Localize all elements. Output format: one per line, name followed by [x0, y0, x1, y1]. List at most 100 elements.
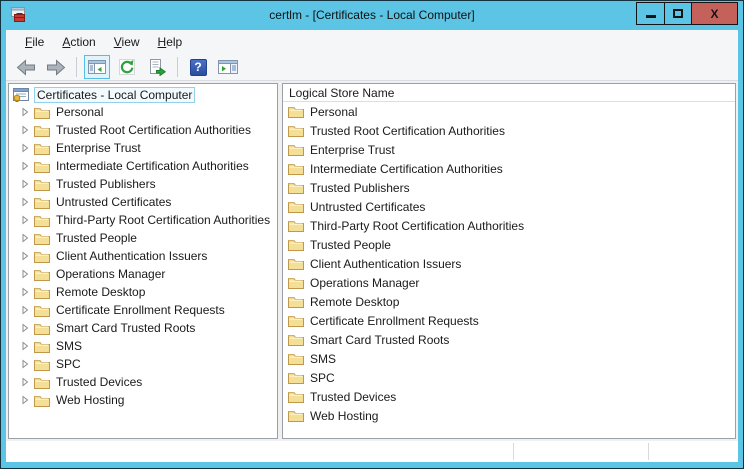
- expand-chevron-icon[interactable]: [20, 269, 30, 279]
- store-name-label: Trusted Publishers: [310, 181, 410, 195]
- tree-item[interactable]: Certificate Enrollment Requests: [9, 301, 277, 319]
- maximize-button[interactable]: [664, 3, 691, 24]
- expand-chevron-icon[interactable]: [20, 377, 30, 387]
- folder-icon: [288, 352, 304, 365]
- tree-item[interactable]: Untrusted Certificates: [9, 193, 277, 211]
- refresh-icon: [118, 58, 136, 76]
- store-list-row[interactable]: SPC: [283, 368, 735, 387]
- store-list-row[interactable]: Enterprise Trust: [283, 140, 735, 159]
- tree-item-label: Enterprise Trust: [56, 141, 141, 155]
- store-name-label: Web Hosting: [310, 409, 378, 423]
- caption-buttons: X: [636, 2, 738, 25]
- tree-item[interactable]: Intermediate Certification Authorities: [9, 157, 277, 175]
- tree-item[interactable]: Remote Desktop: [9, 283, 277, 301]
- tree-item[interactable]: Third-Party Root Certification Authoriti…: [9, 211, 277, 229]
- folder-icon: [34, 250, 50, 263]
- store-list-row[interactable]: Trusted Root Certification Authorities: [283, 121, 735, 140]
- tree-item-label: Third-Party Root Certification Authoriti…: [56, 213, 270, 227]
- tree-item-label: Trusted People: [56, 231, 137, 245]
- store-list-row[interactable]: Smart Card Trusted Roots: [283, 330, 735, 349]
- column-header-logical-store-name[interactable]: Logical Store Name: [283, 84, 735, 102]
- folder-icon: [288, 124, 304, 137]
- tree-item[interactable]: Personal: [9, 103, 277, 121]
- store-list-row[interactable]: Remote Desktop: [283, 292, 735, 311]
- expand-chevron-icon[interactable]: [20, 107, 30, 117]
- expand-chevron-icon[interactable]: [20, 359, 30, 369]
- help-button[interactable]: ?: [185, 55, 211, 79]
- show-action-pane-button[interactable]: [215, 55, 241, 79]
- expand-chevron-icon[interactable]: [20, 305, 30, 315]
- store-list-row[interactable]: Certificate Enrollment Requests: [283, 311, 735, 330]
- store-list-row[interactable]: Web Hosting: [283, 406, 735, 425]
- forward-button[interactable]: [43, 55, 69, 79]
- store-list-row[interactable]: Trusted Publishers: [283, 178, 735, 197]
- tree-root-certificates[interactable]: Certificates - Local Computer: [9, 86, 277, 103]
- expand-chevron-icon[interactable]: [20, 341, 30, 351]
- window-chrome: FileActionViewHelp: [6, 30, 738, 462]
- folder-icon: [288, 105, 304, 118]
- store-list-row[interactable]: Third-Party Root Certification Authoriti…: [283, 216, 735, 235]
- folder-icon: [34, 214, 50, 227]
- folder-icon: [34, 232, 50, 245]
- tree-item[interactable]: SMS: [9, 337, 277, 355]
- status-bar: [6, 441, 738, 462]
- folder-icon: [34, 286, 50, 299]
- tree-item-label: Personal: [56, 105, 103, 119]
- status-bar-separator: [513, 443, 514, 460]
- minimize-button[interactable]: [637, 3, 664, 24]
- store-name-label: Operations Manager: [310, 276, 419, 290]
- store-list-row[interactable]: Intermediate Certification Authorities: [283, 159, 735, 178]
- tree-item-label: Remote Desktop: [56, 285, 145, 299]
- expand-chevron-icon[interactable]: [20, 215, 30, 225]
- expand-chevron-icon[interactable]: [20, 161, 30, 171]
- tree-item[interactable]: Smart Card Trusted Roots: [9, 319, 277, 337]
- store-list-row[interactable]: Trusted People: [283, 235, 735, 254]
- tree-item[interactable]: Enterprise Trust: [9, 139, 277, 157]
- show-console-tree-button[interactable]: [84, 55, 110, 79]
- store-list-row[interactable]: SMS: [283, 349, 735, 368]
- folder-icon: [34, 340, 50, 353]
- store-list-row[interactable]: Personal: [283, 102, 735, 121]
- back-button[interactable]: [13, 55, 39, 79]
- store-name-label: Untrusted Certificates: [310, 200, 425, 214]
- menu-item-action[interactable]: Action: [53, 32, 104, 52]
- expand-chevron-icon[interactable]: [20, 323, 30, 333]
- tree-item-label: Trusted Root Certification Authorities: [56, 123, 251, 137]
- tree-item-label: SMS: [56, 339, 82, 353]
- folder-icon: [34, 142, 50, 155]
- expand-chevron-icon[interactable]: [20, 287, 30, 297]
- store-list-row[interactable]: Untrusted Certificates: [283, 197, 735, 216]
- expand-chevron-icon[interactable]: [20, 125, 30, 135]
- store-name-label: Remote Desktop: [310, 295, 399, 309]
- tree-item-label: Web Hosting: [56, 393, 124, 407]
- store-list-row[interactable]: Operations Manager: [283, 273, 735, 292]
- expand-chevron-icon[interactable]: [20, 143, 30, 153]
- menu-item-view[interactable]: View: [105, 32, 149, 52]
- tree-item[interactable]: Trusted Publishers: [9, 175, 277, 193]
- refresh-button[interactable]: [114, 55, 140, 79]
- folder-icon: [288, 238, 304, 251]
- close-button[interactable]: X: [691, 3, 737, 24]
- tree-item-label: Intermediate Certification Authorities: [56, 159, 249, 173]
- tree-item[interactable]: Web Hosting: [9, 391, 277, 409]
- tree-item[interactable]: Client Authentication Issuers: [9, 247, 277, 265]
- tree-item[interactable]: Operations Manager: [9, 265, 277, 283]
- expand-chevron-icon[interactable]: [20, 197, 30, 207]
- tree-item-label: Certificate Enrollment Requests: [56, 303, 225, 317]
- expand-chevron-icon[interactable]: [20, 233, 30, 243]
- expand-chevron-icon[interactable]: [20, 179, 30, 189]
- menu-item-help[interactable]: Help: [149, 32, 192, 52]
- tree-item[interactable]: Trusted People: [9, 229, 277, 247]
- store-name-label: Trusted Devices: [310, 390, 396, 404]
- folder-icon: [288, 257, 304, 270]
- export-list-button[interactable]: [144, 55, 170, 79]
- store-list-row[interactable]: Trusted Devices: [283, 387, 735, 406]
- tree-item[interactable]: Trusted Root Certification Authorities: [9, 121, 277, 139]
- expand-chevron-icon[interactable]: [20, 251, 30, 261]
- tree-item[interactable]: SPC: [9, 355, 277, 373]
- store-list-row[interactable]: Client Authentication Issuers: [283, 254, 735, 273]
- maximize-icon: [673, 9, 683, 18]
- tree-item[interactable]: Trusted Devices: [9, 373, 277, 391]
- menu-item-file[interactable]: File: [16, 32, 53, 52]
- expand-chevron-icon[interactable]: [20, 395, 30, 405]
